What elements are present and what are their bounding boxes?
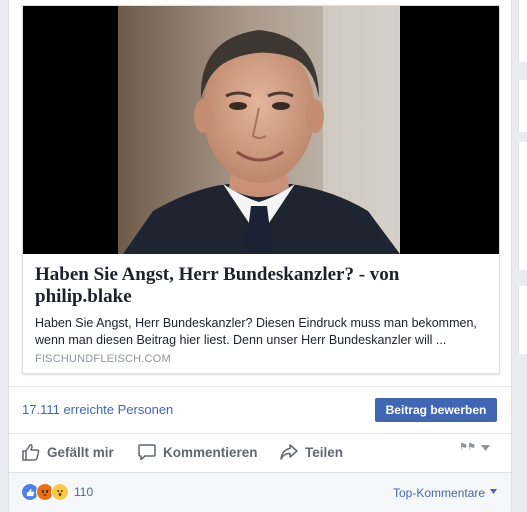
thumbs-up-icon	[22, 444, 40, 461]
chevron-down-icon	[480, 444, 490, 451]
right-panel-box	[518, 0, 527, 62]
divider	[9, 386, 511, 387]
boost-post-button[interactable]: Beitrag bewerben	[375, 398, 497, 422]
right-column	[512, 0, 527, 511]
reach-count-link[interactable]: 17.111 erreichte Personen	[22, 402, 173, 417]
audience-selector[interactable]: ⚑⚑	[459, 442, 490, 453]
right-panel-box	[518, 286, 527, 354]
reaction-count[interactable]: 110	[74, 485, 93, 499]
link-preview-card[interactable]: Haben Sie Angst, Herr Bundeskanzler? - v…	[22, 5, 500, 374]
share-icon	[280, 444, 298, 460]
link-title[interactable]: Haben Sie Angst, Herr Bundeskanzler? - v…	[35, 264, 485, 308]
link-preview-image[interactable]	[23, 6, 499, 254]
right-panel-box	[518, 80, 527, 132]
like-label: Gefällt mir	[47, 444, 114, 460]
share-label: Teilen	[305, 444, 344, 460]
portrait-photo	[23, 6, 499, 254]
reaction-icons[interactable]	[21, 483, 69, 501]
wow-reaction-icon	[51, 483, 69, 501]
share-button[interactable]: Teilen	[279, 440, 343, 464]
comment-icon	[138, 444, 156, 461]
like-button[interactable]: Gefällt mir	[21, 440, 114, 464]
reactions-bar: 110 Top-Kommentare	[9, 472, 511, 512]
comment-sort-label: Top-Kommentare	[393, 486, 486, 500]
divider	[9, 433, 511, 434]
comment-label: Kommentieren	[163, 444, 258, 460]
link-domain: FISCHUNDFLEISCH.COM	[35, 353, 171, 365]
comment-sort-dropdown[interactable]: Top-Kommentare	[393, 486, 498, 500]
comment-button[interactable]: Kommentieren	[137, 440, 258, 464]
feed-post: Haben Sie Angst, Herr Bundeskanzler? - v…	[8, 0, 512, 512]
people-icon: ⚑⚑	[459, 442, 476, 453]
link-description: Haben Sie Angst, Herr Bundeskanzler? Die…	[35, 316, 477, 347]
right-panel-box	[518, 142, 527, 270]
caret-down-icon	[490, 489, 498, 494]
